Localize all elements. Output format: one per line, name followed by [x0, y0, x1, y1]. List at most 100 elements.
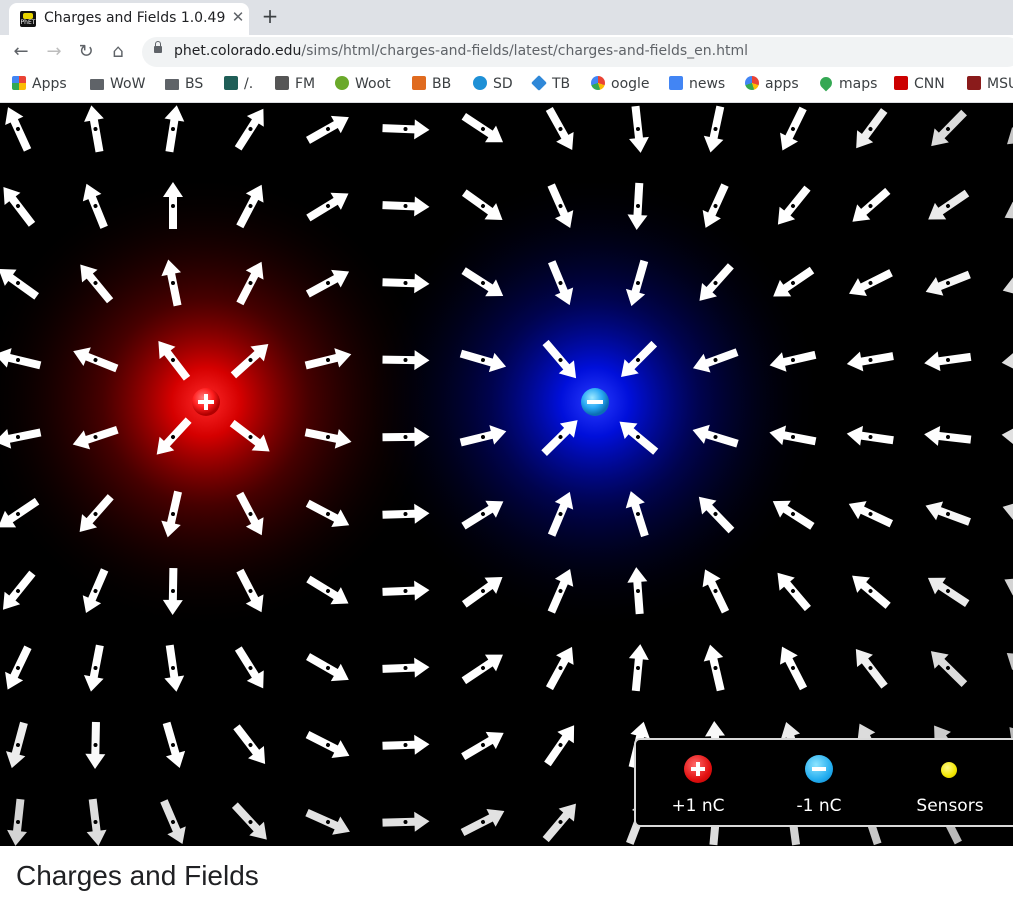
bookmark-apps[interactable]: apps — [745, 76, 799, 96]
field-arrow — [545, 646, 574, 691]
bookmark-label: CNN — [914, 76, 945, 92]
bookmark-wow[interactable]: WoW — [90, 76, 145, 96]
field-arrow — [856, 108, 888, 149]
field-arrow — [1004, 577, 1013, 606]
bookmark-icon — [275, 76, 289, 90]
slashdot-icon — [224, 76, 238, 90]
tab-title: Charges and Fields 1.0.49 — [44, 10, 226, 26]
folder-icon — [90, 79, 104, 90]
bookmark-oogle[interactable]: oogle — [591, 76, 650, 96]
field-arrow — [545, 106, 574, 150]
field-arrow — [83, 644, 104, 692]
lock-icon[interactable] — [154, 41, 162, 53]
field-arrow — [925, 270, 971, 296]
field-arrow — [927, 577, 970, 607]
url-text[interactable]: phet.colorado.edu/sims/html/charges-and-… — [174, 43, 748, 59]
field-arrow — [305, 731, 350, 758]
bookmark-label: apps — [765, 76, 799, 92]
field-arrow — [1006, 652, 1013, 686]
positive-charge[interactable] — [192, 388, 220, 416]
field-arrow — [164, 105, 185, 153]
bookmark-label: Woot — [355, 76, 391, 92]
google-icon — [591, 76, 605, 90]
bookmark-news[interactable]: news — [669, 76, 725, 96]
field-arrow — [544, 725, 575, 767]
field-arrow — [382, 811, 430, 832]
field-arrow — [852, 575, 891, 609]
field-arrow — [1001, 426, 1013, 447]
field-arrow — [1001, 351, 1013, 371]
field-arrow — [846, 425, 894, 446]
bookmark-bs[interactable]: BS — [165, 76, 203, 96]
bookmark-maps[interactable]: maps — [817, 74, 878, 96]
field-arrow — [2, 570, 36, 610]
bookmark-woot[interactable]: Woot — [335, 76, 391, 96]
bookmark-label: maps — [839, 76, 878, 92]
apps-grid-icon — [12, 76, 26, 90]
bookmark-msu[interactable]: MSU — [967, 76, 1013, 96]
home-button[interactable]: ⌂ — [106, 40, 130, 64]
field-arrow — [382, 657, 430, 678]
field-arrow — [85, 721, 106, 769]
field-arrow — [924, 426, 972, 446]
sd-icon — [473, 76, 487, 90]
field-arrow — [1002, 501, 1013, 525]
field-arrow — [84, 105, 104, 153]
tab-close-icon[interactable]: ✕ — [229, 8, 247, 26]
bookmark-label: SD — [493, 76, 513, 92]
field-arrow — [931, 109, 967, 147]
sim-play-area[interactable]: +1 nC -1 nC Sensors — [0, 103, 1013, 846]
positive-charge-icon[interactable] — [684, 755, 712, 783]
maps-pin-icon — [817, 74, 835, 92]
bookmark-sd[interactable]: SD — [473, 76, 513, 96]
field-arrow — [7, 798, 27, 846]
cnn-icon — [894, 76, 908, 90]
field-arrow — [461, 731, 504, 761]
bb-icon — [412, 76, 426, 90]
positive-charge-label: +1 nC — [671, 796, 725, 816]
sensor-icon[interactable] — [941, 762, 957, 778]
reload-button[interactable]: ↻ — [74, 40, 98, 64]
phet-favicon-icon: PhET — [20, 11, 36, 27]
field-arrow — [382, 196, 430, 217]
bookmark-tb[interactable]: TB — [531, 75, 570, 96]
field-arrow — [703, 105, 725, 153]
bookmark-slashdot[interactable]: /. — [224, 76, 253, 96]
back-button[interactable]: ← — [9, 40, 33, 64]
sensors-tool[interactable]: Sensors — [900, 750, 1000, 820]
field-arrow — [930, 651, 968, 687]
bookmark-apps[interactable]: Apps — [12, 76, 67, 96]
field-arrow — [925, 501, 971, 526]
bookmark-bb[interactable]: BB — [412, 76, 451, 96]
negative-charge-icon[interactable] — [805, 755, 833, 783]
field-arrow — [780, 106, 807, 151]
bookmark-fm[interactable]: FM — [275, 76, 315, 96]
bookmark-label: /. — [244, 76, 254, 92]
address-bar[interactable]: phet.colorado.edu/sims/html/charges-and-… — [142, 37, 1013, 67]
field-arrow — [629, 105, 649, 153]
field-arrow — [234, 646, 264, 689]
bookmarks-bar: Apps WoW BS /. FM Woot BB SD TB oogle news apps maps… — [0, 69, 1013, 103]
new-tab-button[interactable]: + — [258, 4, 282, 28]
field-arrow — [848, 501, 894, 528]
bookmark-cnn[interactable]: CNN — [894, 76, 945, 96]
bookmark-label: WoW — [110, 76, 146, 92]
tab-strip: PhET Charges and Fields 1.0.49 ✕ + — [0, 0, 1013, 35]
positive-charge-tool[interactable]: +1 nC — [648, 750, 748, 820]
field-arrow — [164, 644, 185, 692]
electric-field-canvas — [0, 105, 1013, 846]
news-icon — [669, 76, 683, 90]
charges-toolbox: +1 nC -1 nC Sensors — [634, 738, 1013, 827]
browser-tab[interactable]: PhET Charges and Fields 1.0.49 ✕ — [9, 3, 249, 35]
field-arrow — [779, 646, 808, 691]
woot-icon — [335, 76, 349, 90]
msu-icon — [967, 76, 981, 90]
field-arrow — [233, 724, 266, 765]
negative-charge-tool[interactable]: -1 nC — [769, 750, 869, 820]
field-arrow — [160, 799, 186, 845]
field-arrow — [849, 269, 893, 296]
field-arrow — [382, 119, 430, 140]
bookmark-label: MSU — [987, 76, 1013, 92]
negative-charge[interactable] — [581, 388, 609, 416]
forward-button[interactable]: → — [42, 40, 66, 64]
